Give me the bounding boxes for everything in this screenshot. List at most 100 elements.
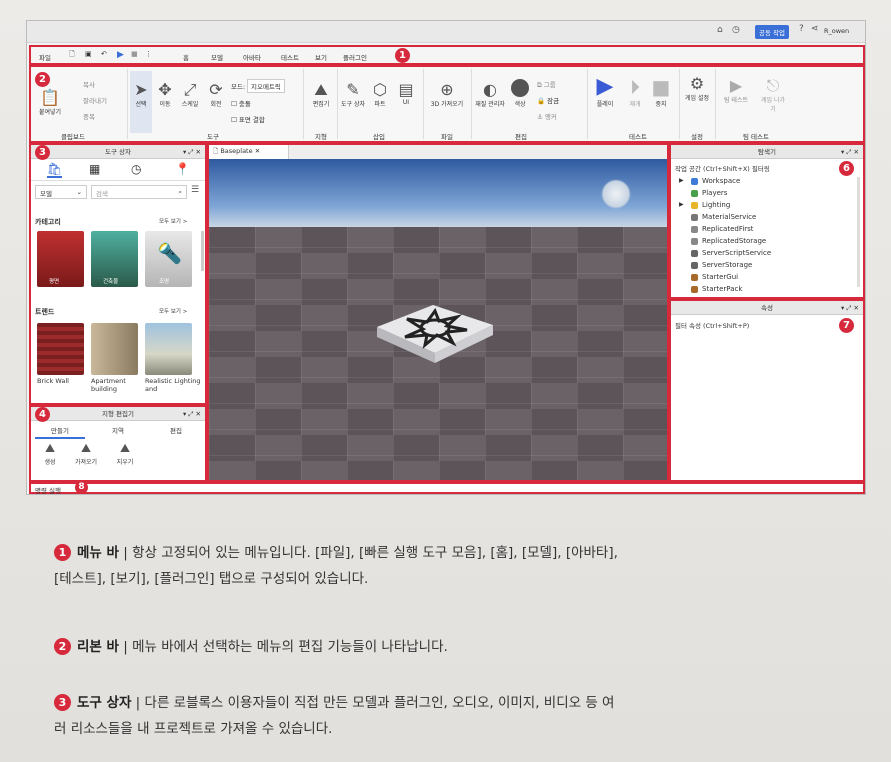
play-quick-icon[interactable]: ▶ (117, 50, 124, 60)
recent-tab-icon[interactable]: ◷ (131, 162, 141, 176)
toolbox-button[interactable]: ✎ 도구 상자 (340, 81, 366, 109)
menu-file[interactable]: 파일 (39, 52, 51, 62)
tab-close-icon[interactable]: ✕ (255, 147, 260, 155)
viewport-tab[interactable]: 🗋 Baseplate ✕ (209, 145, 289, 159)
explorer-item[interactable]: ReplicatedStorage (691, 237, 766, 245)
stop-button[interactable]: ■ 중지 (649, 75, 673, 108)
menu-home[interactable]: 홈 (183, 52, 189, 62)
menu-view[interactable]: 보기 (315, 52, 327, 62)
terrain-tab-create[interactable]: 만들기 (35, 423, 85, 439)
play-icon: ▶ (596, 74, 614, 99)
terrain-clear-button[interactable]: ⛰ 지우기 (111, 439, 139, 466)
new-file-icon[interactable]: 🗋 (69, 50, 75, 61)
anchor-button[interactable]: ⚓ 앵커 (537, 111, 557, 121)
copy-button[interactable]: 복사 (83, 79, 95, 89)
scale-tool[interactable]: ⤢ 스케일 (177, 81, 203, 109)
terrain-generate-button[interactable]: ⛰ 생성 (37, 439, 63, 466)
rotate-tool[interactable]: ⟳ 회전 (205, 81, 227, 109)
stop-quick-icon[interactable]: ■ (131, 50, 138, 58)
ui-button[interactable]: ▤ UI (394, 81, 418, 107)
select-tool[interactable]: ➤ 선택 (130, 71, 152, 133)
explorer-item[interactable]: StarterPack (691, 285, 742, 293)
color-button[interactable]: 색상 (507, 79, 533, 108)
toolbox-close-icon[interactable]: ▾ ⤢ ✕ (183, 145, 201, 159)
mode-dropdown[interactable]: 지오메트릭 (247, 79, 285, 93)
terrain-editor-button[interactable]: ⛰ 편집기 (307, 81, 335, 109)
creations-tab-icon[interactable]: 📍 (175, 162, 190, 176)
terrain-tab-region[interactable]: 지역 (93, 423, 143, 437)
terrain-editor-title: 지형 편집기 (102, 410, 134, 418)
terrain-import-button[interactable]: ⛰ 가져오기 (71, 439, 101, 466)
resume-button[interactable]: ⏵ 재개 (623, 75, 647, 108)
explorer-item[interactable]: ▶ Lighting (679, 201, 730, 209)
menu-test[interactable]: 테스트 (281, 52, 299, 62)
service-icon (691, 261, 698, 269)
explorer-item[interactable]: ServerScriptService (691, 249, 771, 257)
quick-menu-icon[interactable]: ⋮ (145, 50, 152, 58)
game-settings-button[interactable]: ⚙ 게임 설정 (683, 75, 711, 103)
part-button[interactable]: ⬡ 파트 (368, 81, 392, 109)
terrain-tab-edit[interactable]: 편집 (151, 423, 201, 437)
trending-lighting-thumb[interactable] (145, 323, 192, 375)
duplicate-button[interactable]: 중복 (83, 111, 95, 121)
inventory-tab-icon[interactable]: ▦ (89, 162, 100, 176)
toolbox-search-input[interactable]: 검색 ⌕ (91, 185, 187, 199)
explorer-item[interactable]: Players (691, 189, 727, 197)
toolbox-dropdown-value: 모델 (40, 190, 52, 198)
service-icon (691, 273, 698, 281)
explorer-item[interactable]: ReplicatedFirst (691, 225, 754, 233)
team-test-button[interactable]: ▶ 팀 테스트 (719, 77, 753, 105)
help-icon[interactable]: ? (799, 24, 804, 34)
menu-model[interactable]: 모델 (211, 52, 223, 62)
properties-header: 속성 ▾ ⤢ ✕ (671, 301, 863, 315)
trending-see-all-link[interactable]: 모두 보기 > (159, 307, 187, 315)
toolbox-scrollbar[interactable] (201, 231, 204, 271)
command-bar[interactable]: 명령 실행 8 (29, 481, 865, 494)
play-button[interactable]: ▶ 플레이 (591, 74, 619, 109)
exit-game-button[interactable]: ⎋ 게임 나가기 (759, 76, 787, 114)
surface-join-checkbox[interactable]: ☐ 표면 결합 (231, 114, 265, 124)
group-button[interactable]: ⧉ 그룹 (537, 79, 556, 90)
viewport-tab-label: Baseplate (220, 147, 253, 155)
undo-icon[interactable]: ↶ (101, 50, 107, 58)
paste-button[interactable]: 📋 붙여넣기 (37, 89, 63, 117)
user-name[interactable]: R_owen (824, 27, 849, 35)
share-icon[interactable]: ◷ (732, 25, 740, 35)
team-create-button[interactable]: 공동 작업 (755, 25, 789, 39)
save-icon[interactable]: ▣ (85, 50, 92, 58)
filter-icon[interactable]: ☰ (191, 185, 199, 195)
properties-filter-input[interactable]: 필터 속성 (Ctrl+Shift+P) (673, 319, 843, 331)
expand-arrow-icon[interactable]: ▶ (679, 177, 684, 184)
explorer-scrollbar[interactable] (857, 177, 860, 287)
category-see-all-link[interactable]: 모두 보기 > (159, 217, 187, 225)
explorer-item[interactable]: ServerStorage (691, 261, 752, 269)
explorer-item[interactable]: StarterGui (691, 273, 738, 281)
terrain-editor-close-icon[interactable]: ▾ ⤢ ✕ (183, 407, 201, 421)
import-3d-button[interactable]: ⊕ 3D 가져오기 (427, 81, 467, 109)
marketplace-tab-icon[interactable]: 🛍 (47, 162, 63, 178)
explorer-filter-input[interactable]: 작업 공간 (Ctrl+Shift+X) 필터링 (673, 161, 843, 175)
move-tool[interactable]: ✥ 이동 (154, 81, 176, 109)
trending-brick-wall-thumb[interactable] (37, 323, 84, 375)
menu-avatar[interactable]: 아바타 (243, 52, 261, 62)
menu-plugin[interactable]: 플러그인 (343, 52, 367, 62)
properties-panel: 속성 ▾ ⤢ ✕ 필터 속성 (Ctrl+Shift+P) 7 (669, 299, 865, 482)
collisions-checkbox[interactable]: ☐ 충돌 (231, 98, 251, 108)
exit-game-icon: ⎋ (766, 76, 780, 95)
cut-button[interactable]: 잘라내기 (83, 95, 107, 105)
category-terrain-thumb[interactable] (37, 231, 84, 287)
notification-icon[interactable]: ⌂ (717, 25, 723, 35)
material-manager-button[interactable]: ◐ 재질 관리자 (475, 81, 505, 109)
properties-close-icon[interactable]: ▾ ⤢ ✕ (841, 301, 859, 315)
explorer-filter-label: 작업 공간 (Ctrl+Shift+X) 필터링 (675, 165, 770, 173)
trending-apartment-label: Apartment building (91, 377, 126, 393)
trending-apartment-thumb[interactable] (91, 323, 138, 375)
move-label: 이동 (159, 101, 171, 108)
explorer-item[interactable]: MaterialService (691, 213, 756, 221)
explorer-close-icon[interactable]: ▾ ⤢ ✕ (841, 145, 859, 159)
network-icon[interactable]: ⋖ (811, 24, 819, 34)
toolbox-category-dropdown[interactable]: 모델 ⌄ (35, 185, 87, 199)
explorer-item[interactable]: ▶ Workspace (679, 177, 740, 185)
lock-button[interactable]: 🔒 잠금 (537, 95, 559, 105)
expand-arrow-icon[interactable]: ▶ (679, 201, 684, 208)
